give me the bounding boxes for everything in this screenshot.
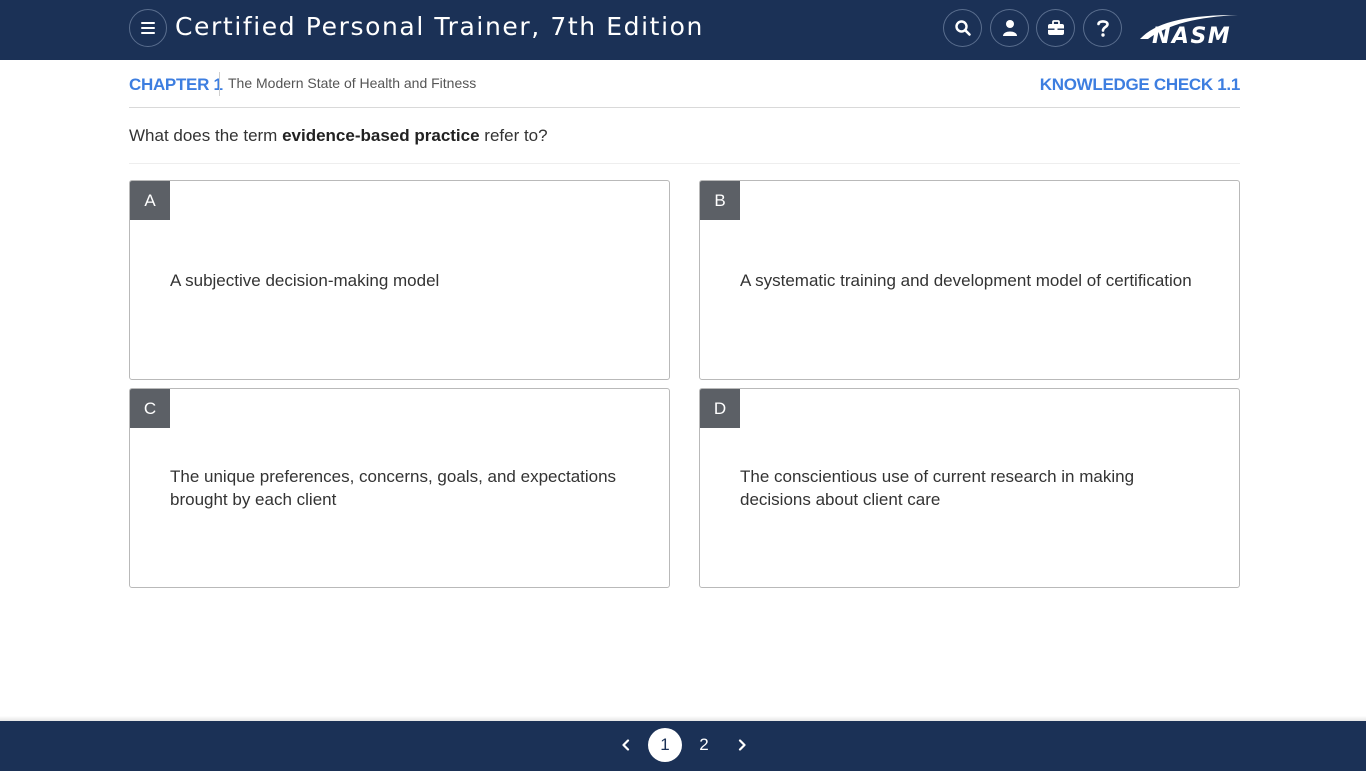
search-button[interactable] [943, 9, 982, 47]
chapter-label: CHAPTER 1 [129, 75, 223, 94]
svg-text:NASM: NASM [1152, 24, 1231, 46]
user-button[interactable] [990, 9, 1029, 47]
option-text: The unique preferences, concerns, goals,… [170, 467, 617, 509]
toolbox-icon [1047, 20, 1064, 35]
menu-icon [141, 22, 155, 34]
option-letter: C [130, 389, 170, 428]
chapter-header: CHAPTER 1 The Modern State of Health and… [129, 60, 1240, 108]
page-1-button[interactable]: 1 [648, 728, 682, 762]
option-text: A systematic training and development mo… [740, 270, 1192, 290]
help-button[interactable] [1083, 9, 1122, 47]
answer-option-b[interactable]: B A systematic training and development … [699, 180, 1240, 380]
page-2-button[interactable]: 2 [687, 728, 721, 762]
answer-option-c[interactable]: C The unique preferences, concerns, goal… [129, 388, 670, 588]
chevron-left-icon [622, 739, 630, 751]
menu-button[interactable] [129, 9, 167, 47]
search-icon [954, 20, 971, 36]
help-icon [1096, 20, 1109, 37]
toolbox-button[interactable] [1036, 9, 1075, 47]
next-page-button[interactable] [732, 735, 752, 755]
answer-option-a[interactable]: A A subjective decision-making model [129, 180, 670, 380]
app-title: Certified Personal Trainer, 7th Edition [175, 12, 704, 41]
chapter-divider [219, 72, 220, 96]
option-letter: D [700, 389, 740, 428]
question-suffix: refer to? [479, 126, 548, 145]
user-icon [1002, 20, 1017, 36]
pagination-footer: 1 2 [0, 721, 1366, 771]
chapter-subtitle: The Modern State of Health and Fitness [228, 75, 477, 91]
top-navigation-bar: Certified Personal Trainer, 7th Edition … [0, 0, 1366, 60]
question-text: What does the term evidence-based practi… [129, 108, 1240, 164]
option-text: A subjective decision-making model [170, 270, 440, 290]
chevron-right-icon [738, 739, 746, 751]
question-term: evidence-based practice [282, 126, 480, 145]
question-prefix: What does the term [129, 126, 283, 145]
option-letter: B [700, 181, 740, 220]
previous-page-button[interactable] [616, 735, 636, 755]
answer-option-d[interactable]: D The conscientious use of current resea… [699, 388, 1240, 588]
option-text: The conscientious use of current researc… [740, 467, 1135, 509]
nasm-logo: NASM [1140, 15, 1238, 46]
option-letter: A [130, 181, 170, 220]
knowledge-check-label: KNOWLEDGE CHECK 1.1 [1039, 75, 1241, 94]
